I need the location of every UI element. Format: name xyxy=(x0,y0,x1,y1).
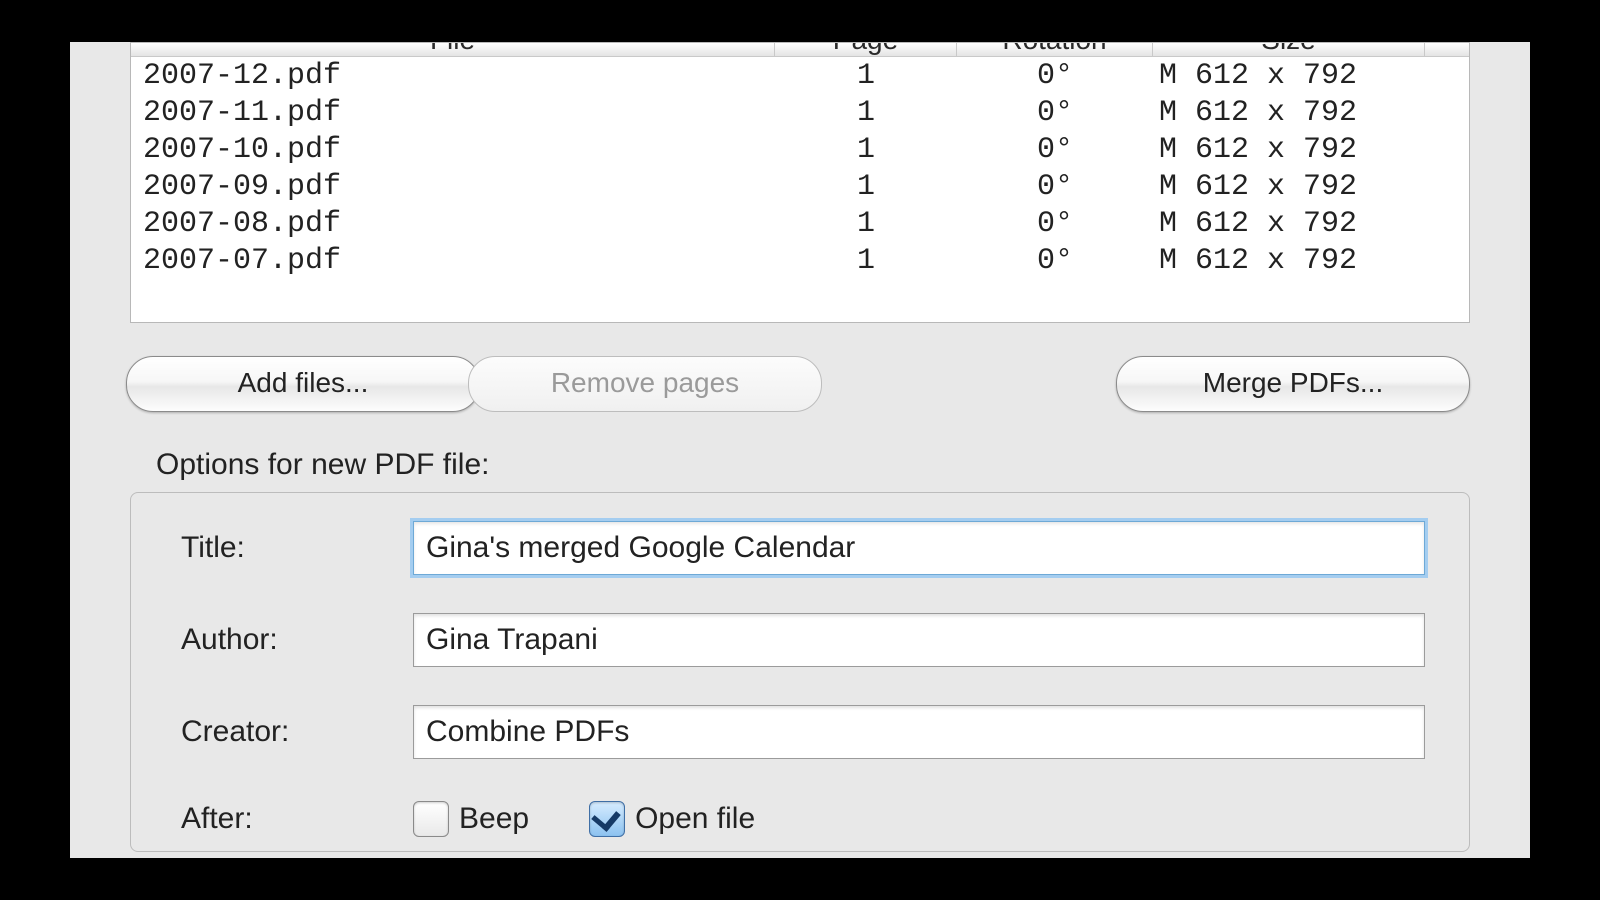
cell-rotation: 0° xyxy=(957,96,1153,130)
creator-row: Creator: xyxy=(181,705,1425,759)
title-input[interactable] xyxy=(413,521,1425,575)
open-file-checkbox[interactable] xyxy=(589,801,625,837)
action-bar: Add files... Remove pages Merge PDFs... xyxy=(126,356,1470,412)
author-row: Author: xyxy=(181,613,1425,667)
title-label: Title: xyxy=(181,531,413,565)
cell-rotation: 0° xyxy=(957,59,1153,93)
cell-size: M 612 x 792 xyxy=(1153,133,1425,167)
cell-page: 1 xyxy=(775,133,957,167)
table-row[interactable]: 2007-12.pdf10°M 612 x 792 xyxy=(131,57,1469,94)
options-heading: Options for new PDF file: xyxy=(156,448,489,482)
table-row[interactable]: 2007-11.pdf10°M 612 x 792 xyxy=(131,94,1469,131)
cell-file: 2007-09.pdf xyxy=(131,170,775,204)
file-list-header: File Page Rotation Size xyxy=(131,43,1469,57)
cell-size: M 612 x 792 xyxy=(1153,170,1425,204)
open-file-checkbox-label: Open file xyxy=(635,802,755,836)
cell-rotation: 0° xyxy=(957,244,1153,278)
open-file-checkbox-group[interactable]: Open file xyxy=(589,801,755,837)
cell-size: M 612 x 792 xyxy=(1153,244,1425,278)
table-row[interactable]: 2007-10.pdf10°M 612 x 792 xyxy=(131,131,1469,168)
column-header-page[interactable]: Page xyxy=(775,43,957,56)
cell-rotation: 0° xyxy=(957,170,1153,204)
column-header-size[interactable]: Size xyxy=(1153,43,1425,56)
cell-page: 1 xyxy=(775,170,957,204)
beep-checkbox-group[interactable]: Beep xyxy=(413,801,529,837)
cell-file: 2007-11.pdf xyxy=(131,96,775,130)
cell-size: M 612 x 792 xyxy=(1153,96,1425,130)
cell-page: 1 xyxy=(775,59,957,93)
creator-label: Creator: xyxy=(181,715,413,749)
after-row: After: Beep Open file xyxy=(181,801,1425,837)
table-row[interactable]: 2007-09.pdf10°M 612 x 792 xyxy=(131,168,1469,205)
after-label: After: xyxy=(181,802,413,836)
beep-checkbox[interactable] xyxy=(413,801,449,837)
add-files-button[interactable]: Add files... xyxy=(126,356,480,412)
cell-page: 1 xyxy=(775,207,957,241)
creator-input[interactable] xyxy=(413,705,1425,759)
cell-page: 1 xyxy=(775,96,957,130)
table-row[interactable]: 2007-08.pdf10°M 612 x 792 xyxy=(131,205,1469,242)
cell-file: 2007-07.pdf xyxy=(131,244,775,278)
beep-checkbox-label: Beep xyxy=(459,802,529,836)
cell-file: 2007-12.pdf xyxy=(131,59,775,93)
remove-pages-button: Remove pages xyxy=(468,356,822,412)
file-list-table[interactable]: File Page Rotation Size 2007-12.pdf10°M … xyxy=(130,42,1470,323)
author-label: Author: xyxy=(181,623,413,657)
cell-page: 1 xyxy=(775,244,957,278)
title-row: Title: xyxy=(181,521,1425,575)
column-header-file[interactable]: File xyxy=(131,43,775,56)
cell-file: 2007-10.pdf xyxy=(131,133,775,167)
cell-file: 2007-08.pdf xyxy=(131,207,775,241)
cell-size: M 612 x 792 xyxy=(1153,59,1425,93)
cell-size: M 612 x 792 xyxy=(1153,207,1425,241)
options-panel: Title: Author: Creator: After: Beep Open… xyxy=(130,492,1470,852)
column-header-spacer xyxy=(1425,54,1469,56)
author-input[interactable] xyxy=(413,613,1425,667)
table-row[interactable]: 2007-07.pdf10°M 612 x 792 xyxy=(131,242,1469,279)
merge-pdfs-button[interactable]: Merge PDFs... xyxy=(1116,356,1470,412)
column-header-rotation[interactable]: Rotation xyxy=(957,43,1153,56)
cell-rotation: 0° xyxy=(957,133,1153,167)
pdf-merge-dialog: File Page Rotation Size 2007-12.pdf10°M … xyxy=(70,42,1530,858)
cell-rotation: 0° xyxy=(957,207,1153,241)
